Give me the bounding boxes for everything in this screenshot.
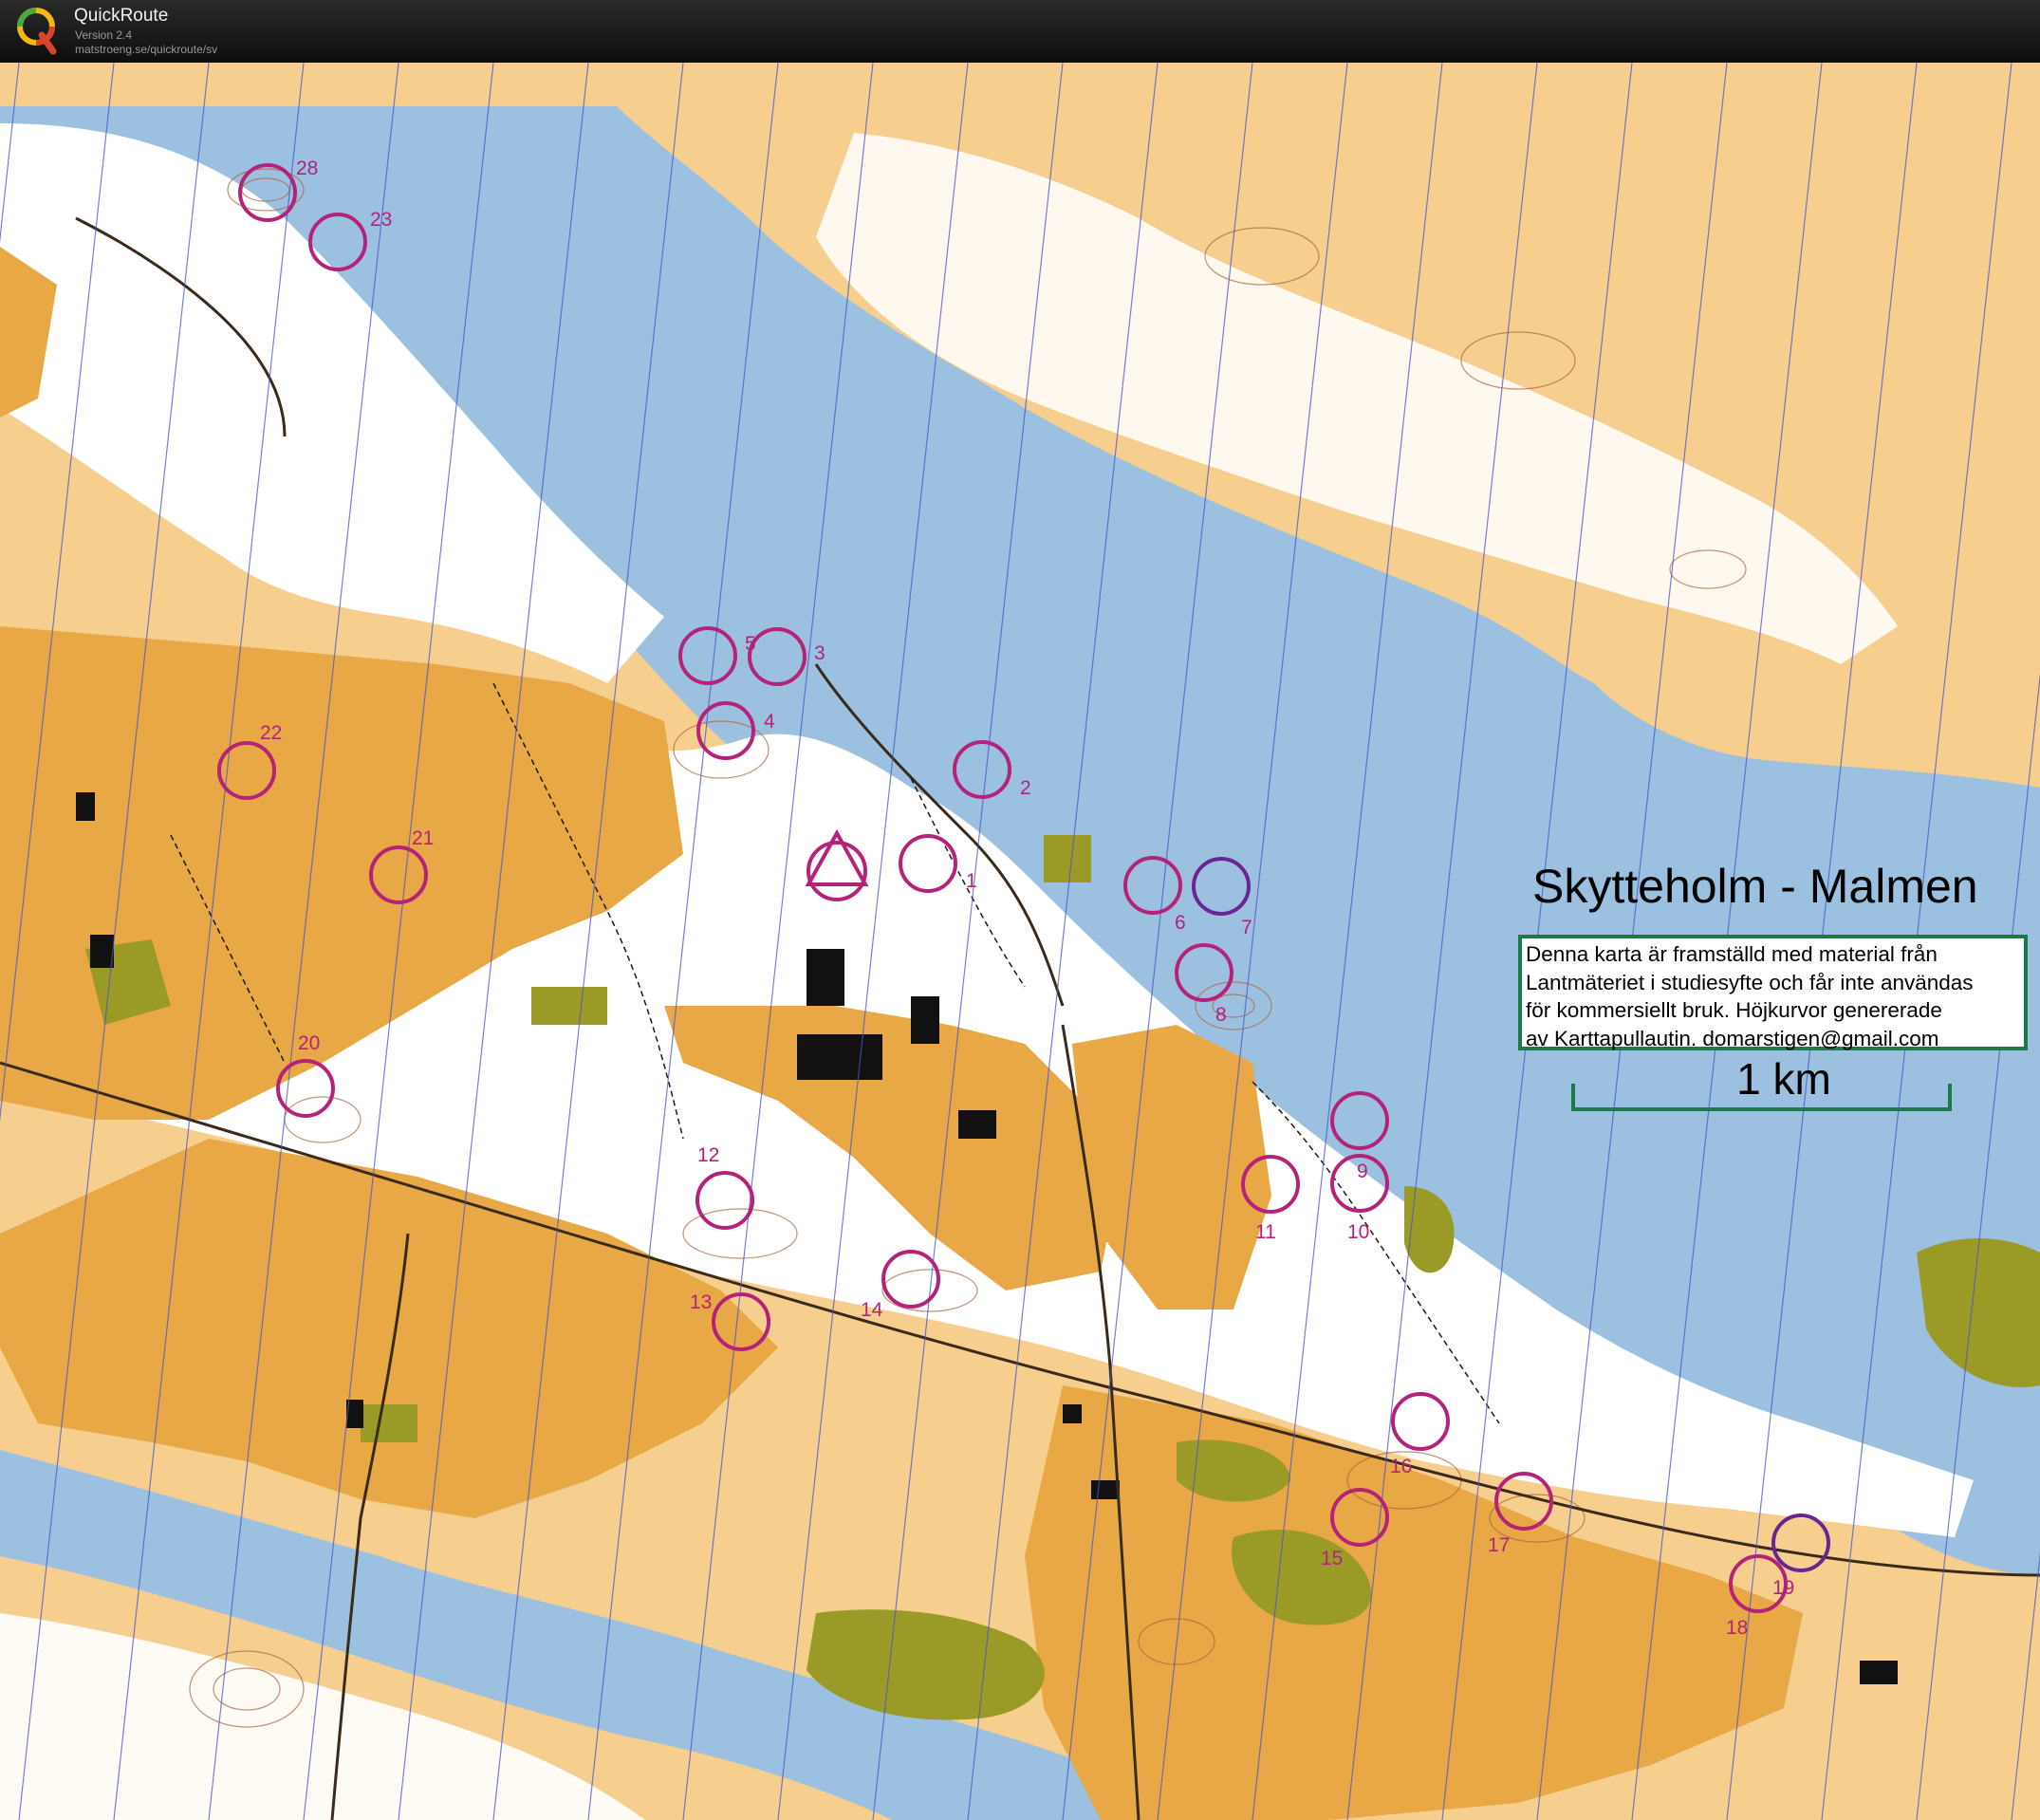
info-line: för kommersiellt bruk. Höjkurvor generer…: [1526, 998, 1942, 1022]
info-line: Denna karta är framställd med material f…: [1526, 942, 1938, 966]
app-url: matstroeng.se/quickroute/sv: [75, 43, 218, 56]
control-label: 17: [1488, 1534, 1510, 1556]
titlebar: QuickRoute Version 2.4 matstroeng.se/qui…: [0, 0, 2040, 64]
control-label: 28: [296, 158, 318, 179]
control-label: 14: [861, 1299, 883, 1321]
control-label: 3: [814, 642, 825, 664]
control-label: 8: [1215, 1004, 1227, 1026]
control-label: 4: [764, 711, 775, 733]
control-label: 9: [1357, 1161, 1368, 1182]
info-line: Lantmäteriet i studiesyfte och får inte …: [1526, 970, 1974, 994]
app-version: Version 2.4: [75, 28, 133, 42]
app-name: QuickRoute: [74, 6, 169, 26]
info-line: av Karttapullautin. domarstigen@gmail.co…: [1526, 1026, 1939, 1050]
control-label: 13: [690, 1291, 712, 1313]
info-box: Denna karta är framställd med material f…: [1518, 935, 2028, 1050]
control-label: 11: [1255, 1221, 1276, 1243]
control-label: 22: [260, 722, 282, 744]
control-label: 1: [966, 870, 977, 892]
control-label: 18: [1726, 1617, 1748, 1639]
control-label: 6: [1175, 912, 1186, 934]
control-label: 5: [745, 633, 756, 655]
control-label: 16: [1390, 1456, 1412, 1477]
control-label: 10: [1347, 1221, 1369, 1243]
control-label: 20: [298, 1032, 320, 1054]
control-label: 15: [1321, 1548, 1343, 1569]
control-label: 19: [1772, 1577, 1794, 1599]
control-label: 23: [370, 209, 392, 231]
control-label: 2: [1020, 777, 1031, 799]
control-label: 12: [697, 1144, 719, 1166]
map-title: Skytteholm - Malmen: [1532, 860, 1978, 913]
scale-label: 1 km: [1736, 1054, 1831, 1104]
control-label: 21: [412, 827, 434, 849]
control-label: 7: [1241, 917, 1252, 938]
quickroute-logo-icon: [17, 8, 57, 55]
